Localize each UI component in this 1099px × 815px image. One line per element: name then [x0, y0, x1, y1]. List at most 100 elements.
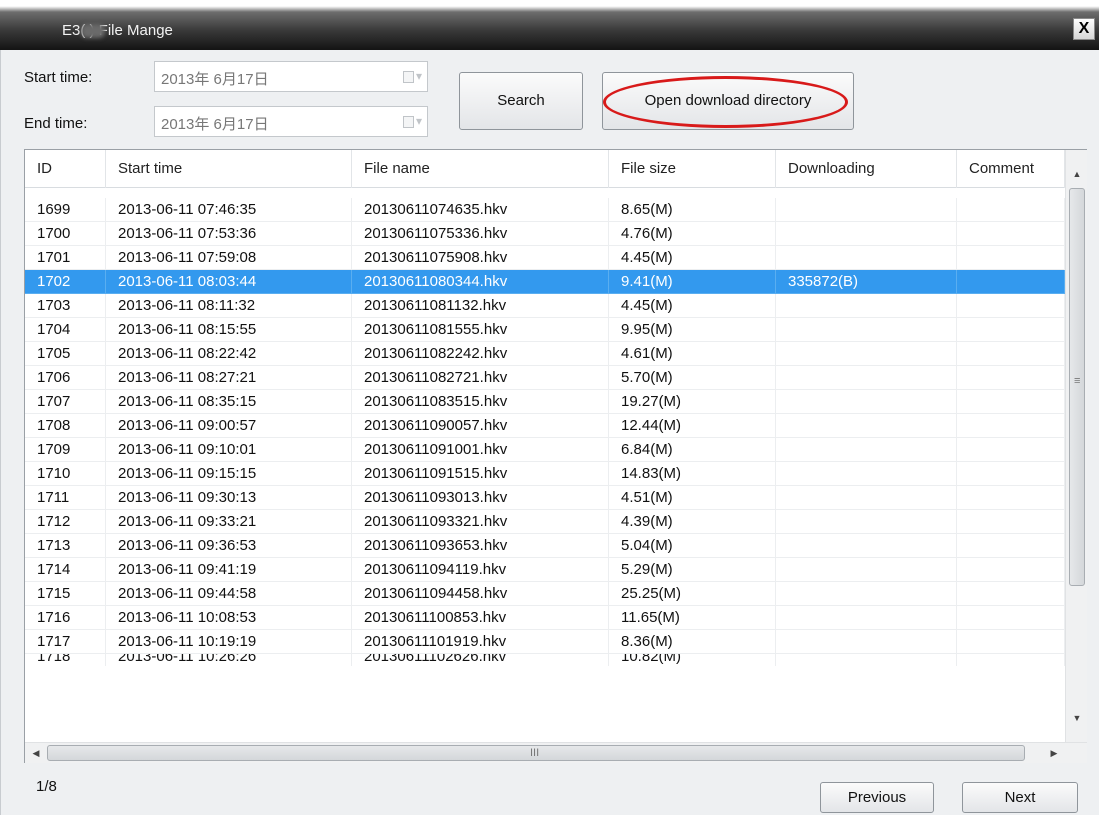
cell-file-name: 20130611075336.hkv: [352, 222, 609, 246]
cell-file-name: 20130611080344.hkv: [352, 270, 609, 294]
cell-file-size: 5.29(M): [609, 558, 776, 582]
table-row[interactable]: 1705 2013-06-11 08:22:42 20130611082242.…: [25, 342, 1065, 366]
cell-downloading: [776, 222, 957, 246]
cell-id: 1706: [25, 366, 106, 390]
cell-file-size: 4.45(M): [609, 294, 776, 318]
cell-downloading: [776, 582, 957, 606]
table-row[interactable]: 1714 2013-06-11 09:41:19 20130611094119.…: [25, 558, 1065, 582]
cell-id: 1703: [25, 294, 106, 318]
cell-start-time: 2013-06-11 08:15:55: [106, 318, 352, 342]
column-header-downloading[interactable]: Downloading: [776, 150, 957, 188]
table-row[interactable]: 1707 2013-06-11 08:35:15 20130611083515.…: [25, 390, 1065, 414]
cell-file-name: 20130611093013.hkv: [352, 486, 609, 510]
cell-comment: [957, 510, 1065, 534]
cell-id: 1718: [25, 654, 106, 666]
cell-id: 1707: [25, 390, 106, 414]
table-row[interactable]: 1709 2013-06-11 09:10:01 20130611091001.…: [25, 438, 1065, 462]
cell-file-name: 20130611091515.hkv: [352, 462, 609, 486]
cell-id: 1699: [25, 198, 106, 222]
title-bar: E3( ) File Mange X: [0, 0, 1099, 50]
table-row[interactable]: 1717 2013-06-11 10:19:19 20130611101919.…: [25, 630, 1065, 654]
cell-downloading: [776, 558, 957, 582]
search-button[interactable]: Search: [459, 72, 583, 130]
cell-downloading: [776, 654, 957, 666]
cell-comment: [957, 438, 1065, 462]
table-row[interactable]: 1703 2013-06-11 08:11:32 20130611081132.…: [25, 294, 1065, 318]
cell-comment: [957, 222, 1065, 246]
table-row[interactable]: 1700 2013-06-11 07:53:36 20130611075336.…: [25, 222, 1065, 246]
table-row[interactable]: 1704 2013-06-11 08:15:55 20130611081555.…: [25, 318, 1065, 342]
table-row[interactable]: 1710 2013-06-11 09:15:15 20130611091515.…: [25, 462, 1065, 486]
start-time-label: Start time:: [24, 69, 93, 86]
cell-start-time: 2013-06-11 10:19:19: [106, 630, 352, 654]
cell-start-time: 2013-06-11 09:00:57: [106, 414, 352, 438]
cell-file-size: 4.45(M): [609, 246, 776, 270]
cell-start-time: 2013-06-11 09:33:21: [106, 510, 352, 534]
column-header-start-time[interactable]: Start time: [106, 150, 352, 188]
cell-comment: [957, 486, 1065, 510]
cell-comment: [957, 582, 1065, 606]
cell-downloading: [776, 246, 957, 270]
cell-downloading: [776, 414, 957, 438]
cell-id: 1700: [25, 222, 106, 246]
table-row[interactable]: 1701 2013-06-11 07:59:08 20130611075908.…: [25, 246, 1065, 270]
table-row-selected[interactable]: 1702 2013-06-11 08:03:44 20130611080344.…: [25, 270, 1065, 294]
cell-comment: [957, 630, 1065, 654]
vertical-scrollbar[interactable]: ▲ ≡ ▼: [1065, 150, 1087, 742]
cell-downloading: [776, 606, 957, 630]
cell-file-size: 4.61(M): [609, 342, 776, 366]
column-header-id[interactable]: ID: [25, 150, 106, 188]
column-header-file-size[interactable]: File size: [609, 150, 776, 188]
table-row[interactable]: 1706 2013-06-11 08:27:21 20130611082721.…: [25, 366, 1065, 390]
start-time-picker[interactable]: 2013年 6月17日 ▾: [154, 61, 428, 92]
title-blur: [81, 24, 105, 38]
horizontal-scroll-thumb[interactable]: III: [47, 745, 1025, 761]
table-row[interactable]: 1699 2013-06-11 07:46:35 20130611074635.…: [25, 198, 1065, 222]
horizontal-scrollbar[interactable]: ◀ III ▶: [25, 742, 1087, 763]
calendar-dropdown-icon[interactable]: ▾: [392, 68, 422, 85]
scroll-left-arrow-icon[interactable]: ◀: [25, 743, 47, 763]
scroll-right-arrow-icon[interactable]: ▶: [1043, 743, 1065, 763]
cell-file-size: 10.82(M): [609, 654, 776, 666]
window-title: E3( ) File Mange: [62, 22, 173, 39]
cell-comment: [957, 294, 1065, 318]
table-row[interactable]: 1715 2013-06-11 09:44:58 20130611094458.…: [25, 582, 1065, 606]
cell-downloading: [776, 510, 957, 534]
cell-start-time: 2013-06-11 09:15:15: [106, 462, 352, 486]
cell-comment: [957, 198, 1065, 222]
next-button[interactable]: Next: [962, 782, 1078, 813]
table-row[interactable]: 1716 2013-06-11 10:08:53 20130611100853.…: [25, 606, 1065, 630]
cell-file-size: 4.76(M): [609, 222, 776, 246]
cell-file-size: 8.36(M): [609, 630, 776, 654]
scroll-down-arrow-icon[interactable]: ▼: [1066, 708, 1088, 728]
cell-start-time: 2013-06-11 08:27:21: [106, 366, 352, 390]
cell-file-name: 20130611082721.hkv: [352, 366, 609, 390]
cell-file-size: 12.44(M): [609, 414, 776, 438]
table-row[interactable]: 1713 2013-06-11 09:36:53 20130611093653.…: [25, 534, 1065, 558]
cell-downloading: [776, 366, 957, 390]
end-time-picker[interactable]: 2013年 6月17日 ▾: [154, 106, 428, 137]
grip-icon: III: [530, 747, 540, 759]
column-header-file-name[interactable]: File name: [352, 150, 609, 188]
cell-file-name: 20130611102626.hkv: [352, 654, 609, 666]
previous-button[interactable]: Previous: [820, 782, 934, 813]
file-list-table[interactable]: ID Start time File name File size Downlo…: [24, 149, 1087, 763]
cell-id: 1714: [25, 558, 106, 582]
cell-file-name: 20130611083515.hkv: [352, 390, 609, 414]
cell-file-size: 9.41(M): [609, 270, 776, 294]
cell-id: 1715: [25, 582, 106, 606]
cell-comment: [957, 366, 1065, 390]
scroll-up-arrow-icon[interactable]: ▲: [1066, 164, 1088, 184]
cell-comment: [957, 342, 1065, 366]
vertical-scroll-thumb[interactable]: ≡: [1069, 188, 1085, 586]
cell-start-time: 2013-06-11 10:08:53: [106, 606, 352, 630]
table-row-partial[interactable]: 1718 2013-06-11 10:26:26 20130611102626.…: [25, 654, 1065, 666]
close-icon[interactable]: X: [1073, 18, 1095, 40]
table-row[interactable]: 1708 2013-06-11 09:00:57 20130611090057.…: [25, 414, 1065, 438]
column-header-comment[interactable]: Comment: [957, 150, 1065, 188]
calendar-dropdown-icon[interactable]: ▾: [392, 113, 422, 130]
cell-downloading: [776, 630, 957, 654]
table-row[interactable]: 1712 2013-06-11 09:33:21 20130611093321.…: [25, 510, 1065, 534]
cell-start-time: 2013-06-11 08:11:32: [106, 294, 352, 318]
table-row[interactable]: 1711 2013-06-11 09:30:13 20130611093013.…: [25, 486, 1065, 510]
